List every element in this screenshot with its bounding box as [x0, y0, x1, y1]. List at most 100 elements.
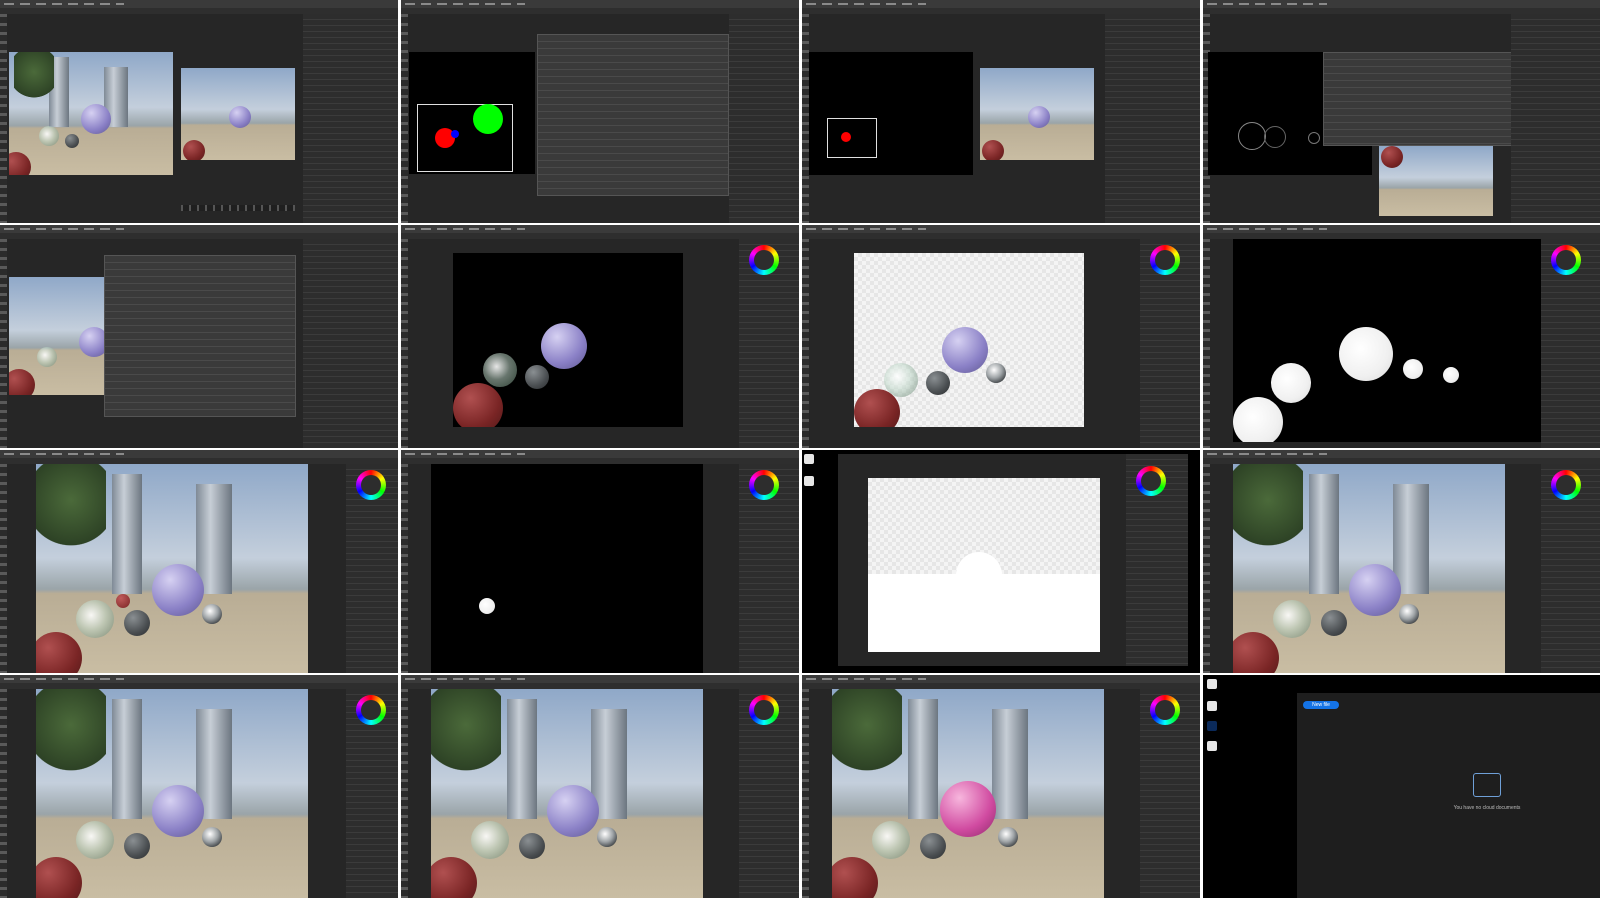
glass-sphere [1273, 600, 1311, 638]
tools-panel[interactable] [401, 464, 408, 673]
layers-panel[interactable] [346, 689, 398, 898]
left-toolbar[interactable] [0, 14, 7, 223]
tile-c4d-reflection-pass [1203, 0, 1600, 223]
tools-panel[interactable] [401, 689, 408, 898]
title-bar [401, 450, 799, 458]
app-dock-icon[interactable] [804, 454, 814, 464]
title-bar [1203, 450, 1600, 458]
render-settings-dialog[interactable] [104, 255, 296, 417]
title-bar [1203, 0, 1600, 8]
picture-viewer [980, 68, 1094, 160]
photoshop-window [838, 454, 1188, 666]
title-bar [1203, 225, 1600, 233]
title-bar [401, 675, 799, 683]
layers-panel[interactable] [1140, 689, 1200, 898]
app-dock-icon[interactable] [1207, 701, 1217, 711]
document-canvas [453, 253, 683, 427]
layers-panel[interactable] [739, 464, 799, 673]
color-wheel-icon[interactable] [1136, 466, 1166, 496]
palm-tree [36, 464, 106, 554]
reflection-outline [1238, 122, 1266, 150]
left-toolbar[interactable] [401, 14, 408, 223]
title-bar [401, 0, 799, 8]
title-bar [0, 450, 398, 458]
object-manager[interactable] [303, 14, 398, 223]
title-bar [802, 0, 1200, 8]
object-manager[interactable] [1105, 14, 1200, 223]
color-wheel-icon[interactable] [356, 695, 386, 725]
tile-c4d-object-buffer [401, 0, 799, 223]
red-sphere [832, 857, 878, 898]
lilac-sphere [1028, 106, 1050, 128]
render-settings-dialog[interactable] [537, 34, 729, 196]
attributes-panel[interactable] [1511, 14, 1600, 223]
tile-ps-comp [0, 450, 398, 673]
chrome-sphere [597, 827, 617, 847]
chrome-sphere [202, 827, 222, 847]
layers-panel[interactable] [1541, 464, 1600, 673]
skyscraper [507, 699, 537, 819]
left-toolbar[interactable] [0, 239, 7, 448]
attributes-panel[interactable] [303, 239, 398, 448]
blue-mask-blob [451, 130, 459, 138]
green-mask-blob [473, 104, 503, 134]
palm-tree [36, 689, 106, 779]
color-wheel-icon[interactable] [1551, 470, 1581, 500]
document-canvas [854, 253, 1084, 427]
tools-panel[interactable] [802, 239, 809, 448]
title-bar [401, 225, 799, 233]
color-wheel-icon[interactable] [749, 470, 779, 500]
attributes-panel[interactable] [729, 14, 799, 223]
timeline[interactable] [181, 205, 295, 211]
layers-panel[interactable] [1541, 239, 1600, 448]
picture-viewer [181, 68, 295, 160]
app-dock-icon[interactable] [1207, 679, 1217, 689]
red-sphere [9, 152, 31, 175]
color-wheel-icon[interactable] [749, 245, 779, 275]
reflection-outline [1264, 126, 1286, 148]
color-wheel-icon[interactable] [749, 695, 779, 725]
empty-state-title: You have no cloud documents [1453, 805, 1521, 811]
color-wheel-icon[interactable] [1150, 245, 1180, 275]
selection-box[interactable] [827, 118, 877, 158]
reflection-outline [1308, 132, 1320, 144]
tools-panel[interactable] [802, 689, 809, 898]
layers-panel[interactable] [346, 464, 398, 673]
glass-sphere [872, 821, 910, 859]
color-wheel-icon[interactable] [1150, 695, 1180, 725]
color-wheel-icon[interactable] [1551, 245, 1581, 275]
title-bar [802, 675, 1200, 683]
color-wheel-icon[interactable] [356, 470, 386, 500]
document-canvas [36, 689, 308, 898]
layers-panel[interactable] [1126, 454, 1188, 666]
glass-sphere [76, 600, 114, 638]
glass-sphere [39, 126, 59, 146]
tools-panel[interactable] [1203, 239, 1210, 448]
left-toolbar[interactable] [802, 14, 809, 223]
tools-panel[interactable] [0, 689, 7, 898]
white-sphere [1339, 327, 1393, 381]
red-sphere [9, 369, 35, 395]
tools-panel[interactable] [401, 239, 408, 448]
lilac-sphere [1349, 564, 1401, 616]
tools-panel[interactable] [1203, 464, 1210, 673]
red-mask-blob [841, 132, 851, 142]
grey-sphere [926, 371, 950, 395]
app-dock-icon[interactable] [1207, 741, 1217, 751]
tile-ps-comp [1203, 450, 1600, 673]
multipass-dialog[interactable] [1323, 52, 1515, 146]
glass-sphere [471, 821, 509, 859]
document-canvas [1233, 239, 1541, 442]
tile-ps-alpha [802, 450, 1200, 673]
layers-panel[interactable] [1140, 239, 1200, 448]
app-dock-icon[interactable] [804, 476, 814, 486]
lilac-sphere [541, 323, 587, 369]
app-dock-icon[interactable] [1207, 721, 1217, 731]
tile-ps-light-mask [1203, 225, 1600, 448]
tools-panel[interactable] [0, 464, 7, 673]
layers-panel[interactable] [739, 239, 799, 448]
new-file-button[interactable]: New file [1303, 701, 1339, 709]
layers-panel[interactable] [739, 689, 799, 898]
skyscraper [112, 474, 142, 594]
lilac-sphere [942, 327, 988, 373]
